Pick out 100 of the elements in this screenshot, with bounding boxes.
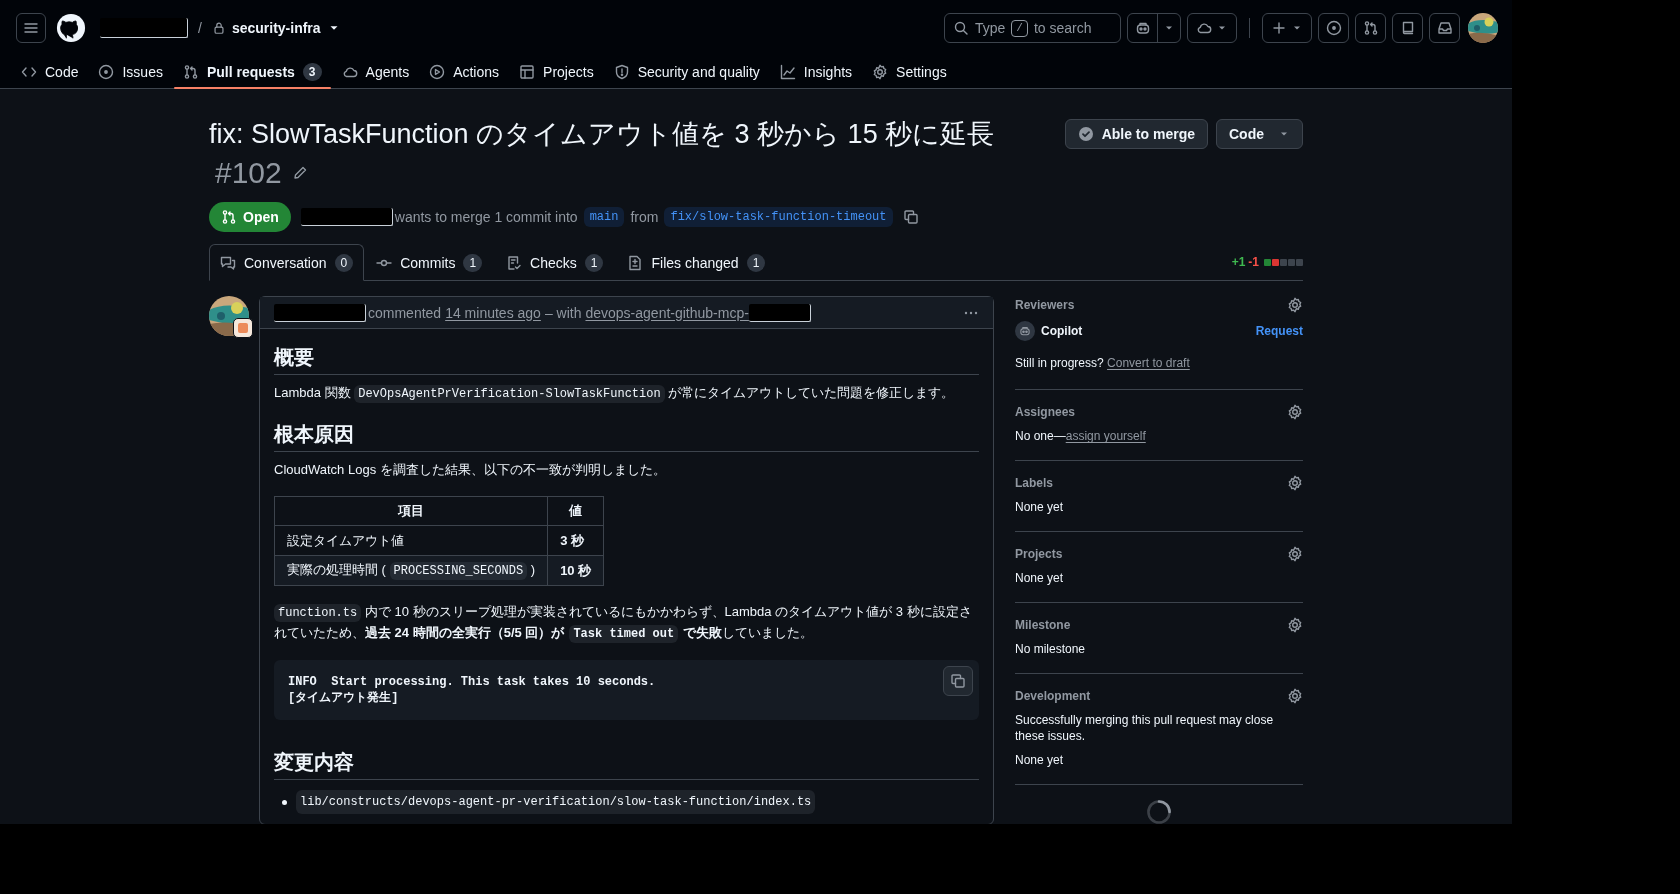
copy-icon bbox=[950, 673, 966, 689]
nav-tab[interactable]: Actions bbox=[420, 56, 509, 88]
settings-icon[interactable] bbox=[1287, 404, 1303, 420]
section-heading: 変更内容 bbox=[274, 748, 979, 780]
state-badge: Open bbox=[209, 202, 291, 232]
plus-icon bbox=[1271, 20, 1287, 37]
lock-icon bbox=[211, 21, 226, 36]
table-header: 値 bbox=[547, 496, 604, 526]
nav-tab[interactable]: Code bbox=[12, 56, 88, 88]
deletions-count: -1 bbox=[1248, 254, 1259, 270]
sidebar-text: None yet bbox=[1015, 752, 1065, 768]
avatar[interactable] bbox=[1468, 13, 1498, 44]
logo-icon[interactable] bbox=[56, 13, 86, 44]
comment-action: commented bbox=[368, 303, 442, 323]
nav-tab[interactable]: Settings bbox=[863, 56, 956, 88]
counter-badge: 3 bbox=[302, 63, 322, 82]
settings-icon[interactable] bbox=[1287, 688, 1303, 704]
search-icon bbox=[953, 20, 969, 37]
repo-name[interactable]: security-infra bbox=[231, 18, 321, 39]
sidebar-heading: Projects bbox=[1015, 546, 1063, 562]
timestamp-link[interactable]: 14 minutes ago bbox=[445, 302, 541, 323]
path-separator: / bbox=[198, 19, 202, 39]
sidebar-text: None yet bbox=[1015, 499, 1065, 515]
settings-icon[interactable] bbox=[1287, 546, 1303, 562]
pr-tab[interactable]: Checks 1 bbox=[496, 244, 614, 281]
sidebar-heading: Reviewers bbox=[1015, 297, 1075, 313]
section-heading: 根本原因 bbox=[274, 420, 979, 452]
conversation-icon bbox=[220, 254, 236, 271]
code-text: INFO Start processing. This task takes 10 seconds. [タイムアウト発生] bbox=[288, 674, 657, 706]
table-cell: 10 秒 bbox=[547, 555, 604, 586]
section-heading: 概要 bbox=[274, 343, 979, 375]
file-diff-icon bbox=[627, 254, 644, 271]
branch-link[interactable]: main bbox=[583, 207, 625, 227]
table-cell: 設定タイムアウト値 bbox=[274, 525, 548, 556]
pr-title: fix: SlowTaskFunction のタイムアウト値を 3 秒から 15 秒に延長 bbox=[209, 118, 996, 151]
merge-description: wants to merge 1 commit into bbox=[394, 208, 578, 227]
settings-icon[interactable] bbox=[1287, 297, 1303, 313]
paragraph: function.ts 内で 10 秒のスリープ処理が実装されているにもかかわらず、Lambda のタイムアウト値が 3 秒に設定されていたため、過去 24 時間の全実行（5/5 回）が Task timed out で失敗していました。 bbox=[274, 603, 973, 644]
merge-status-button[interactable]: Able to merge bbox=[1064, 119, 1208, 149]
sidebar-heading: Milestone bbox=[1015, 617, 1071, 633]
loading-spinner-icon bbox=[1146, 799, 1172, 824]
pr-number: #102 bbox=[215, 155, 282, 191]
table-icon bbox=[519, 64, 536, 81]
pr-tab[interactable]: Files changed 1 bbox=[617, 244, 776, 281]
sidebar-text: None yet bbox=[1015, 570, 1065, 586]
app-link[interactable]: devops-agent-github-mcp- bbox=[585, 302, 749, 323]
issues-button[interactable] bbox=[1318, 13, 1349, 44]
sidebar-text: No milestone bbox=[1015, 641, 1087, 657]
pull-request-icon bbox=[182, 64, 199, 81]
additions-count: +1 bbox=[1231, 254, 1246, 270]
gear-icon bbox=[872, 64, 889, 81]
shield-icon bbox=[613, 64, 630, 81]
paragraph: Lambda 関数 DevOpsAgentPrVerification-SlowTaskFunction が常にタイムアウトしていた問題を修正します。 bbox=[274, 384, 956, 404]
sidebar-heading: Labels bbox=[1015, 475, 1053, 491]
app-badge-icon bbox=[233, 318, 253, 338]
assignee-text: No one— bbox=[1015, 429, 1066, 443]
create-button[interactable] bbox=[1262, 13, 1312, 44]
nav-tab[interactable]: Issues bbox=[89, 56, 172, 88]
redaction-box bbox=[748, 303, 811, 322]
request-link[interactable]: Request bbox=[1255, 323, 1303, 339]
nav-tab[interactable]: Security and quality bbox=[604, 56, 769, 88]
checklist-icon bbox=[506, 254, 523, 271]
menu-button[interactable] bbox=[16, 13, 46, 44]
table-cell: 実際の処理時間 ( PROCESSING_SECONDS ) bbox=[274, 555, 548, 586]
pencil-icon[interactable] bbox=[291, 165, 308, 181]
settings-icon[interactable] bbox=[1287, 475, 1303, 491]
sidebar-heading: Development bbox=[1015, 688, 1091, 704]
pull-requests-button[interactable] bbox=[1355, 13, 1386, 44]
nav-tab[interactable]: Pull requests 3 bbox=[173, 56, 331, 88]
reviewer-name: Copilot bbox=[1041, 323, 1083, 339]
repositories-button[interactable] bbox=[1392, 13, 1423, 44]
sidebar-text: Successfully merging this pull request may close these issues. bbox=[1015, 712, 1275, 744]
play-icon bbox=[429, 64, 446, 81]
inbox-icon bbox=[1436, 20, 1453, 37]
with-text: – with bbox=[544, 303, 582, 323]
table-header: 項目 bbox=[274, 496, 548, 526]
copilot-icon bbox=[1134, 20, 1151, 37]
check-circle-icon bbox=[1077, 126, 1094, 142]
copy-button[interactable] bbox=[943, 666, 973, 696]
nav-tab[interactable]: Insights bbox=[770, 56, 862, 88]
cloud-button[interactable] bbox=[1187, 13, 1237, 44]
assign-yourself-link[interactable]: assign yourself bbox=[1065, 429, 1146, 443]
branch-link[interactable]: fix/slow-task-function-timeout bbox=[664, 207, 893, 227]
search-field[interactable]: Type / to search bbox=[944, 13, 1121, 44]
issue-icon bbox=[1325, 20, 1342, 37]
sidebar-heading: Assignees bbox=[1015, 404, 1076, 420]
copy-icon[interactable] bbox=[902, 209, 919, 225]
table-cell: 3 秒 bbox=[547, 525, 604, 556]
inbox-button[interactable] bbox=[1429, 13, 1460, 44]
convert-to-draft-link[interactable]: Convert to draft bbox=[1107, 356, 1190, 370]
code-button[interactable]: Code bbox=[1216, 119, 1303, 149]
paragraph: CloudWatch Logs を調査した結果、以下の不一致が判明しました。 bbox=[274, 461, 667, 479]
pr-tab[interactable]: Commits 1 bbox=[366, 244, 493, 281]
pull-request-icon bbox=[221, 209, 237, 225]
nav-tab[interactable]: Projects bbox=[510, 56, 603, 88]
nav-tab[interactable]: Agents bbox=[332, 56, 419, 88]
pr-tab[interactable]: Conversation 0 bbox=[209, 244, 365, 281]
graph-icon bbox=[779, 64, 796, 81]
settings-icon[interactable] bbox=[1287, 617, 1303, 633]
pull-request-icon bbox=[1362, 20, 1379, 37]
